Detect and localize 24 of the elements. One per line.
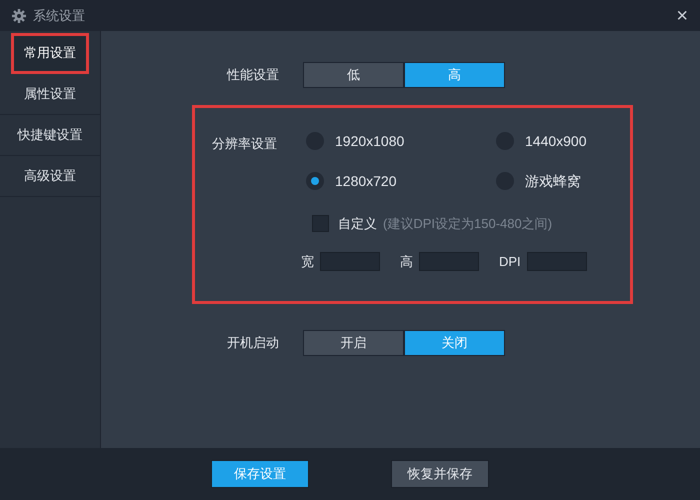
checkbox[interactable] — [312, 215, 329, 232]
sidebar-item[interactable]: 常用设置 — [11, 33, 89, 74]
field-label: DPI — [499, 252, 521, 270]
toggle-option[interactable]: 低 — [303, 62, 404, 88]
field-label: 高 — [400, 252, 413, 270]
window-title: 系统设置 — [33, 6, 85, 25]
setting-label: 分辨率设置 — [212, 135, 278, 153]
radio-label: 1440x900 — [525, 132, 587, 150]
setting-label: 性能设置 — [227, 66, 280, 84]
field-label: 宽 — [301, 252, 314, 270]
radio-label: 1280x720 — [335, 172, 397, 190]
input-field[interactable] — [526, 252, 587, 271]
action-button[interactable]: 恢复并保存 — [391, 460, 489, 488]
input-field[interactable] — [320, 252, 380, 271]
toggle-option[interactable]: 开启 — [303, 330, 404, 356]
input-field[interactable] — [419, 252, 479, 271]
radio-label: 1920x1080 — [335, 132, 404, 150]
hint-text: (建议DPI设定为150-480之间) — [383, 215, 552, 233]
setting-label: 开机启动 — [227, 334, 280, 352]
close-button[interactable]: × — [676, 6, 688, 26]
radio-label: 游戏蜂窝 — [525, 172, 581, 190]
checkbox-label: 自定义 — [338, 215, 377, 233]
settings-icon — [12, 8, 26, 22]
radio-button[interactable] — [306, 172, 324, 190]
